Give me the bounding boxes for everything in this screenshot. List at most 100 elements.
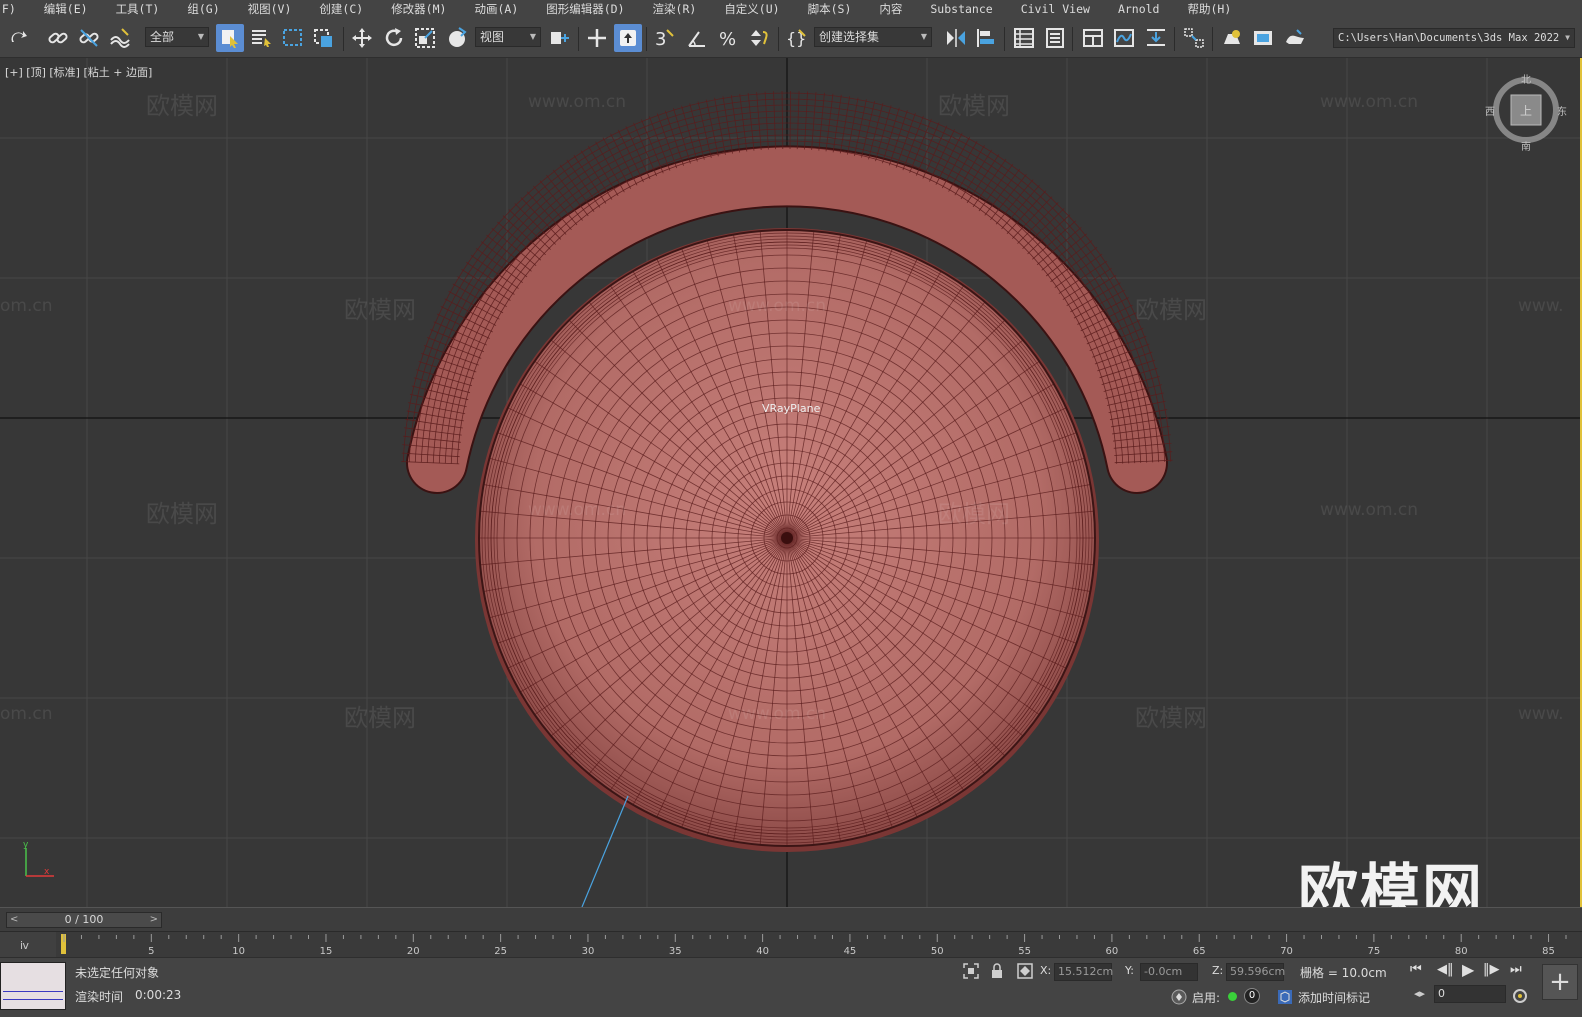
viewcube-face-label[interactable]: 上 xyxy=(1520,104,1532,118)
timeline-tick-label: 80 xyxy=(1455,946,1468,957)
viewport-label[interactable]: [+] [顶] [标准] [粘土 + 边面] xyxy=(5,64,152,80)
go-to-end-icon[interactable]: ⏭ xyxy=(1510,962,1522,977)
isolate-selection-icon[interactable] xyxy=(962,962,980,980)
object-label[interactable]: VRayPlane xyxy=(762,402,820,415)
menu-item[interactable]: 创建(C) xyxy=(305,0,377,19)
lock-icon[interactable] xyxy=(988,962,1006,980)
x-coord-field[interactable]: 15.512cm xyxy=(1054,963,1113,981)
render-production-icon[interactable] xyxy=(1281,24,1309,52)
watermark-url: www. xyxy=(1518,704,1564,724)
viewcube[interactable]: 上 北 南 东 西 xyxy=(1485,74,1567,153)
grid-size: 栅格 = 10.0cm xyxy=(1300,966,1387,980)
timeline-track[interactable]: ⅳ 5 10 15 20 25 30 35 40 45 50 55 60 65 70 75 80 85 xyxy=(0,931,1582,958)
curve-editor-mini-icon[interactable]: ⅳ xyxy=(20,939,29,952)
menu-item[interactable]: 修改器(M) xyxy=(377,0,460,19)
menu-item[interactable]: 渲染(R) xyxy=(639,0,711,19)
render-time-value: 0:00:23 xyxy=(135,988,182,1002)
menu-item[interactable]: Civil View xyxy=(1007,0,1104,19)
keyboard-shortcut-override-icon[interactable] xyxy=(614,24,642,52)
y-coord-field[interactable]: -0.0cm xyxy=(1140,963,1198,981)
zoom-extents-icon[interactable]: + xyxy=(1542,964,1578,1000)
ref-coord-dropdown[interactable]: 视图 ▼ xyxy=(475,27,541,47)
axis-x-label: x xyxy=(44,867,50,877)
timeline-tick-label: 30 xyxy=(582,946,595,957)
named-selection-dropdown[interactable]: 创建选择集 ▼ xyxy=(814,27,932,47)
vrayplane-edge xyxy=(581,795,629,907)
pivot-center-icon[interactable] xyxy=(546,24,574,52)
curve-editor-icon[interactable] xyxy=(1110,24,1138,52)
scene-explorer-icon[interactable] xyxy=(1010,24,1038,52)
svg-text:%: % xyxy=(719,29,736,50)
menu-item[interactable]: 动画(A) xyxy=(460,0,532,19)
enable-status-dot xyxy=(1228,992,1237,1001)
move-icon[interactable] xyxy=(348,24,376,52)
rect-selection-icon[interactable] xyxy=(279,24,307,52)
key-mode-icon[interactable]: ◂▸ xyxy=(1414,987,1425,1000)
time-tag-icon[interactable] xyxy=(1276,988,1294,1006)
menu-item[interactable]: 文件(F) xyxy=(0,0,30,19)
menu-item[interactable]: Arnold xyxy=(1104,0,1174,19)
menu-item[interactable]: 图形编辑器(D) xyxy=(532,0,638,19)
menu-item[interactable]: 视图(V) xyxy=(234,0,306,19)
next-frame-icon[interactable]: > xyxy=(150,913,158,927)
select-object-icon[interactable] xyxy=(216,24,244,52)
window-crossing-icon[interactable] xyxy=(310,24,338,52)
brand-watermark: 欧模网 xyxy=(1298,858,1484,907)
time-slider[interactable]: < 0 / 100 > xyxy=(6,912,162,928)
current-frame-field[interactable]: 0 xyxy=(1434,985,1506,1003)
prev-frame-icon[interactable]: < xyxy=(10,913,18,927)
rendered-frame-window-icon[interactable] xyxy=(1249,24,1277,52)
previous-frame-icon[interactable]: ◀‖ xyxy=(1437,962,1454,977)
select-by-name-icon[interactable] xyxy=(247,24,275,52)
project-path-field[interactable]: C:\Users\Han\Documents\3ds Max 2022 ▼ xyxy=(1333,28,1575,48)
selection-filter-dropdown[interactable]: 全部 ▼ xyxy=(145,27,209,47)
snaps-toggle-icon[interactable]: 3 xyxy=(650,24,678,52)
material-editor-icon[interactable] xyxy=(1180,24,1208,52)
angle-snap-icon[interactable] xyxy=(683,24,711,52)
rotate-icon[interactable] xyxy=(380,24,408,52)
go-to-start-icon[interactable]: ⏮ xyxy=(1410,962,1422,977)
menu-item[interactable]: 编辑(E) xyxy=(30,0,102,19)
menu-item[interactable]: 脚本(S) xyxy=(794,0,866,19)
absolute-mode-icon[interactable] xyxy=(1016,962,1034,980)
viewcube-south-label[interactable]: 南 xyxy=(1521,140,1531,153)
percent-snap-icon[interactable]: % xyxy=(714,24,742,52)
scale-icon[interactable] xyxy=(411,24,439,52)
render-setup-icon[interactable] xyxy=(1218,24,1246,52)
menu-item[interactable]: 内容 xyxy=(865,0,916,19)
select-manipulate-icon[interactable] xyxy=(583,24,611,52)
unlink-icon[interactable] xyxy=(75,24,103,52)
svg-text:{}: {} xyxy=(786,29,806,48)
edit-named-selection-icon[interactable]: {} xyxy=(782,24,810,52)
layer-explorer-icon[interactable] xyxy=(1041,24,1069,52)
viewcube-north-label[interactable]: 北 xyxy=(1521,74,1531,86)
redo-icon[interactable] xyxy=(4,24,32,52)
menu-item[interactable]: 组(G) xyxy=(173,0,233,19)
timeline-tick-label: 60 xyxy=(1106,946,1119,957)
menu-item[interactable]: Substance xyxy=(916,0,1006,19)
z-coord-field[interactable]: 59.596cm xyxy=(1226,963,1285,981)
watermark-url: www.om.cn xyxy=(528,500,627,520)
timeline-tick-label: 15 xyxy=(320,946,333,957)
add-time-tag[interactable]: 添加时间标记 xyxy=(1298,989,1370,1006)
axis-y-label: y xyxy=(23,840,29,850)
placement-icon[interactable] xyxy=(443,24,471,52)
link-icon[interactable] xyxy=(44,24,72,52)
menu-item[interactable]: 工具(T) xyxy=(102,0,174,19)
maxscript-listener-preview[interactable] xyxy=(0,962,66,1010)
spinner-snap-icon[interactable] xyxy=(745,24,773,52)
top-viewport[interactable]: y x 上 北 南 东 西 [+] [顶] [标准] [粘土 + 边面] 欧模网… xyxy=(0,58,1582,907)
next-frame-icon[interactable]: ‖▶ xyxy=(1483,962,1500,977)
schematic-view-icon[interactable] xyxy=(1142,24,1170,52)
ribbon-toggle-icon[interactable] xyxy=(1079,24,1107,52)
viewcube-east-label[interactable]: 东 xyxy=(1557,105,1567,118)
play-icon[interactable]: ▶ xyxy=(1462,960,1474,979)
viewcube-west-label[interactable]: 西 xyxy=(1485,107,1495,118)
mirror-icon[interactable] xyxy=(942,24,970,52)
menu-item[interactable]: 自定义(U) xyxy=(710,0,793,19)
bind-spacewarp-icon[interactable] xyxy=(106,24,134,52)
align-icon[interactable] xyxy=(972,24,1000,52)
time-config-icon[interactable] xyxy=(1511,987,1529,1005)
adaptive-degradation-icon[interactable] xyxy=(1170,988,1188,1006)
menu-item[interactable]: 帮助(H) xyxy=(1173,0,1245,19)
